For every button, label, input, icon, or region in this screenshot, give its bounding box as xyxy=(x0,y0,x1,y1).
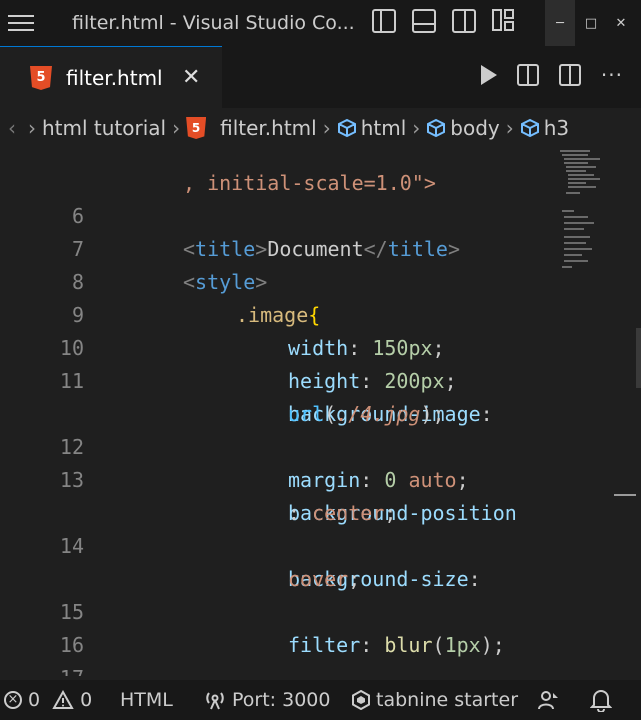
code-line: 17 } xyxy=(0,629,84,676)
code-line: 6 <title>Document</title> xyxy=(0,167,460,261)
breadcrumb-item-folder[interactable]: html tutorial xyxy=(42,116,166,140)
split-editor-icon[interactable] xyxy=(558,64,581,86)
minimap[interactable] xyxy=(558,148,604,288)
code-text: width: 150px; xyxy=(288,336,445,360)
code-line: 12 margin: 0 auto; xyxy=(0,398,469,492)
code-line: 18 xyxy=(0,662,48,676)
toggle-secondary-sidebar-icon[interactable] xyxy=(452,9,476,33)
maximize-button[interactable]: □ xyxy=(576,0,606,46)
cube-icon xyxy=(337,118,356,138)
close-window-button[interactable]: ✕ xyxy=(606,0,636,46)
breadcrumb-item-html[interactable]: html xyxy=(337,116,407,140)
breadcrumb-item-file[interactable]: 5 filter.html xyxy=(186,116,317,140)
code-line: 10 height: 200px; xyxy=(0,299,457,393)
code-line-wrapped: url(./4.jpg); xyxy=(0,365,445,426)
breadcrumb-html-label: html xyxy=(360,116,407,140)
html5-icon: 5 xyxy=(30,66,52,90)
breadcrumb-h3-label: h3 xyxy=(543,116,570,140)
breadcrumb: ‹ › html tutorial › 5 filter.html › html… xyxy=(0,108,641,148)
code-line: 7 <style> xyxy=(0,200,267,294)
chevron-right-icon: › xyxy=(505,116,514,140)
code-line: 11 background-image: xyxy=(0,332,493,426)
layout-controls xyxy=(372,9,516,33)
chevron-right-icon: › xyxy=(412,116,421,140)
warning-count: 0 xyxy=(80,689,93,711)
problems-indicator[interactable]: × 0 0 xyxy=(4,680,92,720)
editor-actions: ··· xyxy=(480,64,623,86)
warning-icon xyxy=(52,690,74,709)
error-icon: × xyxy=(4,691,22,709)
broadcast-icon xyxy=(206,692,224,710)
chevron-right-icon: › xyxy=(28,116,36,140)
port-label: Port: 3000 xyxy=(232,689,331,711)
code-text: filter: blur(1px); xyxy=(288,633,505,657)
breadcrumb-body-label: body xyxy=(450,116,500,140)
code-text: <title>Document</title> xyxy=(183,237,460,261)
breadcrumb-file-label: filter.html xyxy=(220,116,317,140)
breadcrumb-item-h3[interactable]: h3 xyxy=(520,116,569,140)
code-line-wrapped: cover; xyxy=(0,530,360,591)
overview-ruler-marker xyxy=(614,494,636,496)
tab-filter-html[interactable]: 5 filter.html ✕ xyxy=(0,46,222,108)
open-preview-icon[interactable] xyxy=(516,64,539,86)
hamburger-menu-icon[interactable] xyxy=(0,0,42,46)
chevron-right-icon: › xyxy=(322,116,331,140)
tabnine-status[interactable]: tabnine starter xyxy=(352,680,518,720)
html5-icon: 5 xyxy=(186,117,207,139)
code-text: <style> xyxy=(183,270,268,294)
code-line: 8 .image{ xyxy=(0,233,320,327)
code-line: 16 xyxy=(0,596,84,657)
cube-icon xyxy=(427,118,446,138)
code-text: margin: 0 auto; xyxy=(288,468,469,492)
live-server-port[interactable]: Port: 3000 xyxy=(204,680,330,720)
breadcrumb-overflow-icon: ‹ xyxy=(8,116,16,140)
title-bar: filter.html - Visual Studio Co... ─ □ ✕ xyxy=(0,0,641,46)
window-title: filter.html - Visual Studio Co... xyxy=(72,12,355,34)
language-mode[interactable]: HTML xyxy=(120,680,173,720)
toggle-panel-icon[interactable] xyxy=(412,9,436,33)
code-text: height: 200px; xyxy=(288,369,457,393)
chevron-right-icon: › xyxy=(172,116,181,140)
code-text: : center; xyxy=(288,501,397,525)
toggle-primary-sidebar-icon[interactable] xyxy=(372,9,396,33)
code-text: url(./4.jpg); xyxy=(288,402,445,426)
tab-label: filter.html xyxy=(66,66,163,90)
tab-close-icon[interactable]: ✕ xyxy=(182,47,200,109)
minimize-button[interactable]: ─ xyxy=(545,0,575,46)
run-icon[interactable] xyxy=(480,65,497,85)
breadcrumb-item-body[interactable]: body xyxy=(426,116,500,140)
cube-icon xyxy=(520,118,539,138)
tab-bar: 5 filter.html ✕ ··· xyxy=(0,46,641,108)
tabnine-icon xyxy=(352,690,370,710)
code-text: .image{ xyxy=(236,303,321,327)
tabnine-label: tabnine starter xyxy=(376,689,518,711)
code-line-wrapped: : center; xyxy=(0,464,396,525)
notifications-bell-icon[interactable] xyxy=(590,680,612,720)
code-editor[interactable]: , initial-scale=1.0"> 6 <title>Document<… xyxy=(0,148,641,676)
error-count: 0 xyxy=(28,689,41,711)
customize-layout-icon[interactable] xyxy=(492,9,516,33)
code-line: 15 filter: blur(1px); xyxy=(0,563,505,657)
code-text: , initial-scale=1.0"> xyxy=(183,171,436,195)
code-line-partial: , initial-scale=1.0"> xyxy=(0,148,436,195)
status-bar: × 0 0 HTML Port: 3000 tabnine starter xyxy=(0,680,641,720)
vertical-scrollbar[interactable] xyxy=(636,328,641,388)
accounts-icon[interactable] xyxy=(536,680,560,720)
code-line: 9 width: 150px; xyxy=(0,266,445,360)
code-line: 14 background-size: xyxy=(0,497,481,591)
code-line: 13 background-position xyxy=(0,431,517,525)
more-actions-icon[interactable]: ··· xyxy=(601,64,623,86)
code-text: cover; xyxy=(288,567,361,591)
